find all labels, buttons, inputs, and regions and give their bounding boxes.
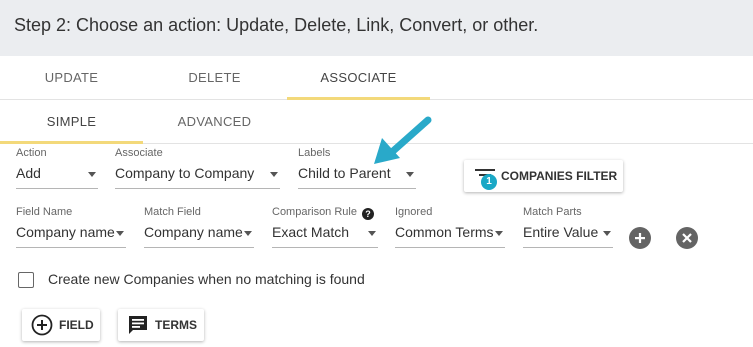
companies-filter-label: COMPANIES FILTER bbox=[501, 169, 618, 183]
create-new-label: Create new Companies when no matching is… bbox=[48, 271, 365, 287]
chevron-down-icon bbox=[116, 231, 124, 236]
remove-rule-button[interactable] bbox=[676, 227, 698, 249]
match-parts-select[interactable]: Entire Value bbox=[523, 221, 613, 248]
callout-arrow-icon bbox=[374, 116, 432, 164]
add-rule-button[interactable] bbox=[629, 227, 651, 249]
tab-simple[interactable]: SIMPLE bbox=[0, 100, 143, 144]
comparison-rule-value: Exact Match bbox=[272, 224, 350, 240]
match-parts-value: Entire Value bbox=[523, 224, 599, 240]
chevron-down-icon bbox=[244, 231, 252, 236]
terms-label: TERMS bbox=[155, 318, 197, 332]
chevron-down-icon bbox=[88, 172, 96, 177]
match-parts-label: Match Parts bbox=[523, 206, 582, 218]
ignored-value: Common Terms bbox=[395, 224, 494, 240]
help-icon[interactable]: ? bbox=[362, 208, 375, 220]
companies-filter-button[interactable]: 1 COMPANIES FILTER bbox=[464, 160, 623, 192]
tab-advanced[interactable]: ADVANCED bbox=[143, 100, 286, 143]
associate-select[interactable]: Company to Company bbox=[115, 162, 280, 189]
tab-delete[interactable]: DELETE bbox=[143, 56, 286, 99]
action-label: Action bbox=[16, 147, 47, 159]
terms-button[interactable]: TERMS bbox=[118, 309, 204, 341]
create-new-checkbox[interactable] bbox=[18, 272, 34, 288]
match-field-value: Company name bbox=[144, 224, 243, 240]
step-title: Step 2: Choose an action: Update, Delete… bbox=[14, 15, 539, 35]
add-field-button[interactable]: FIELD bbox=[22, 309, 100, 341]
plus-circle-outline-icon bbox=[31, 314, 53, 336]
chevron-down-icon bbox=[270, 172, 278, 177]
chevron-down-icon bbox=[368, 231, 376, 236]
labels-label: Labels bbox=[298, 147, 331, 159]
chevron-down-icon bbox=[603, 231, 611, 236]
comparison-rule-text: Comparison Rule bbox=[272, 206, 357, 218]
ignored-label: Ignored bbox=[395, 206, 433, 218]
comparison-rule-label: Comparison Rule ? bbox=[272, 206, 375, 220]
chevron-down-icon bbox=[406, 172, 414, 177]
chevron-down-icon bbox=[495, 231, 503, 236]
tab-update[interactable]: UPDATE bbox=[0, 56, 143, 99]
comparison-rule-select[interactable]: Exact Match bbox=[272, 221, 378, 248]
add-field-label: FIELD bbox=[59, 318, 94, 332]
close-circle-icon bbox=[682, 233, 692, 243]
associate-label: Associate bbox=[115, 147, 163, 159]
filter-count-badge: 1 bbox=[481, 174, 497, 190]
step-header: Step 2: Choose an action: Update, Delete… bbox=[0, 0, 753, 56]
match-field-label: Match Field bbox=[144, 206, 201, 218]
match-field-select[interactable]: Company name bbox=[144, 221, 254, 248]
plus-circle-icon bbox=[635, 233, 645, 243]
action-value: Add bbox=[16, 165, 41, 181]
field-name-value: Company name bbox=[16, 224, 115, 240]
ignored-select[interactable]: Common Terms bbox=[395, 221, 505, 248]
tab-associate[interactable]: ASSOCIATE bbox=[287, 56, 430, 100]
action-select[interactable]: Add bbox=[16, 162, 98, 189]
field-name-label: Field Name bbox=[16, 206, 73, 218]
associate-value: Company to Company bbox=[115, 165, 255, 181]
comment-icon bbox=[129, 316, 147, 334]
action-tabs: UPDATE DELETE ASSOCIATE bbox=[0, 56, 753, 100]
field-name-select[interactable]: Company name bbox=[16, 221, 126, 248]
